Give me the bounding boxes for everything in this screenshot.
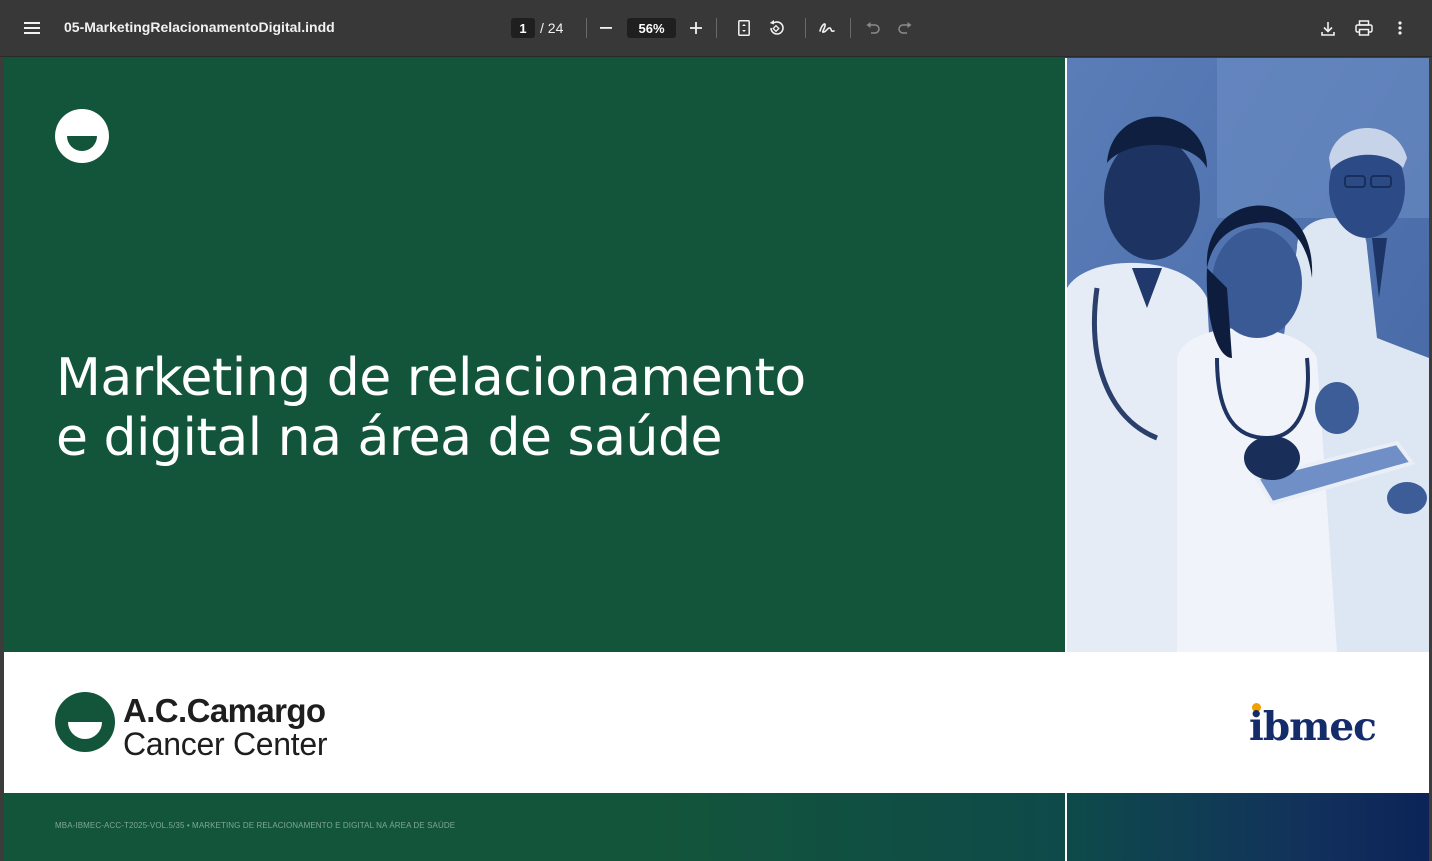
ibmec-logo: ibmec <box>1249 698 1389 750</box>
download-button[interactable] <box>1314 14 1342 42</box>
footer-caption: MBA-IBMEC-ACC-T2025-VOL.5/35 • MARKETING… <box>55 821 456 830</box>
doctors-photo <box>1067 58 1429 652</box>
draw-button[interactable] <box>813 14 841 42</box>
minus-icon <box>600 27 612 29</box>
rotate-button[interactable] <box>762 14 790 42</box>
redo-button[interactable] <box>891 14 919 42</box>
ibmec-wordmark: ibmec <box>1249 704 1377 750</box>
toolbar-separator <box>716 18 717 38</box>
page-count: / 24 <box>540 20 564 36</box>
doctors-photo-illustration <box>1067 58 1429 652</box>
more-options-button[interactable] <box>1386 14 1414 42</box>
undo-icon <box>866 22 880 34</box>
brand-subtitle: Cancer Center <box>123 726 328 762</box>
print-button[interactable] <box>1350 14 1378 42</box>
zoom-in-button[interactable] <box>682 14 710 42</box>
redo-icon <box>898 22 912 34</box>
brand-name: A.C.Camargo <box>123 692 326 729</box>
undo-button[interactable] <box>859 14 887 42</box>
cover-title-line-1: Marketing de relacionamento <box>56 348 806 408</box>
zoom-out-button[interactable] <box>592 14 620 42</box>
zoom-input[interactable] <box>627 18 676 38</box>
page-number-input[interactable] <box>511 18 535 38</box>
rotate-icon <box>769 20 784 35</box>
cover-title: Marketing de relacionamento e digital na… <box>56 348 806 468</box>
pdf-toolbar: 05-MarketingRelacionamentoDigital.indd /… <box>0 0 1432 57</box>
ac-camargo-logo: A.C.Camargo Cancer Center <box>55 692 435 762</box>
hamburger-menu-icon[interactable] <box>18 14 46 42</box>
download-icon <box>1321 21 1335 36</box>
more-vert-icon <box>1398 21 1402 35</box>
plus-icon <box>690 22 702 34</box>
smile-logo-icon <box>55 109 109 163</box>
document-title: 05-MarketingRelacionamentoDigital.indd <box>64 19 335 35</box>
toolbar-separator <box>850 18 851 38</box>
fit-page-icon <box>738 20 750 36</box>
fit-page-button[interactable] <box>730 14 758 42</box>
cover-title-line-2: e digital na área de saúde <box>56 408 722 468</box>
pdf-page: Marketing de relacionamento e digital na… <box>4 58 1429 861</box>
footer-band: MBA-IBMEC-ACC-T2025-VOL.5/35 • MARKETING… <box>4 793 1429 861</box>
print-icon <box>1355 20 1373 36</box>
ac-camargo-smile-icon <box>55 692 115 752</box>
toolbar-separator <box>586 18 587 38</box>
draw-icon <box>819 23 835 33</box>
cover-green-panel: Marketing de relacionamento e digital na… <box>4 58 1065 652</box>
brand-band: A.C.Camargo Cancer Center ibmec <box>4 652 1429 793</box>
footer-divider <box>1065 793 1067 861</box>
toolbar-separator <box>805 18 806 38</box>
